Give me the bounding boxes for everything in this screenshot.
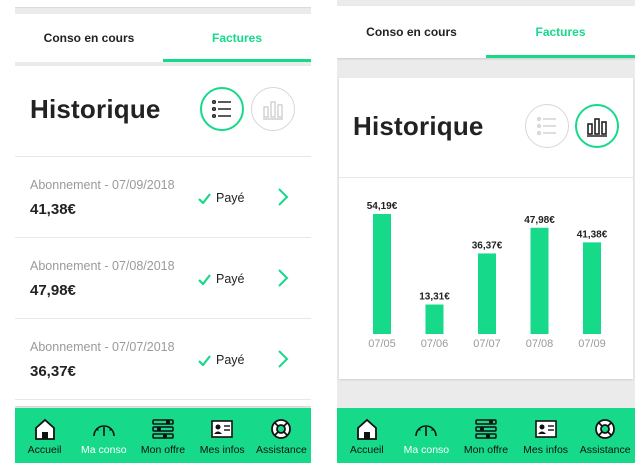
check-icon bbox=[198, 354, 211, 366]
nav-label: Accueil bbox=[27, 444, 62, 456]
history-card: Historique bbox=[339, 78, 633, 379]
id-card-icon bbox=[534, 420, 557, 438]
bar-value-label: 36,37€ bbox=[472, 240, 503, 251]
bottom-nav: Accueil Ma conso Mon offre Mes infos Ass… bbox=[337, 408, 635, 463]
invoice-chart: 54,19€ 07/05 13,31€ 07/06 36,37€ 07/07 47,98€ 0… bbox=[339, 178, 633, 378]
history-card: Historique bbox=[15, 66, 311, 406]
bar-value-label: 13,31€ bbox=[419, 292, 450, 303]
invoice-row[interactable]: Abonnement - 07/08/2018 47,98€ Payé bbox=[15, 238, 311, 319]
chart-view-button[interactable] bbox=[251, 87, 295, 131]
gauge-icon bbox=[92, 425, 115, 437]
home-icon bbox=[34, 418, 55, 440]
nav-label: Ma conso bbox=[403, 444, 450, 456]
id-card-icon bbox=[211, 420, 234, 438]
nav-accueil[interactable]: Accueil bbox=[15, 408, 74, 463]
nav-ma-conso[interactable]: Ma conso bbox=[397, 408, 457, 463]
bar-value-label: 41,38€ bbox=[577, 229, 608, 240]
chart-bar bbox=[583, 242, 601, 334]
list-icon bbox=[211, 99, 231, 119]
page-title: Historique bbox=[30, 94, 161, 124]
x-tick-label: 07/07 bbox=[473, 338, 501, 350]
nav-label: Ma conso bbox=[81, 444, 127, 456]
chart-bar bbox=[478, 253, 496, 334]
nav-label: Assistance bbox=[579, 444, 631, 456]
chart-view-button[interactable] bbox=[575, 104, 619, 148]
invoice-status: Payé bbox=[198, 272, 245, 286]
nav-mes-infos[interactable]: Mes infos bbox=[516, 408, 576, 463]
history-header: Historique bbox=[339, 78, 633, 178]
list-icon bbox=[537, 117, 556, 135]
check-icon bbox=[198, 192, 211, 204]
invoice-label: Abonnement - 07/07/2018 bbox=[30, 340, 175, 354]
list-view-button[interactable] bbox=[200, 87, 244, 131]
chevron-right-icon[interactable] bbox=[277, 349, 289, 369]
chart-bar bbox=[425, 304, 444, 334]
nav-mon-offre[interactable]: Mon offre bbox=[456, 408, 516, 463]
list-view-button[interactable] bbox=[525, 104, 569, 148]
chevron-right-icon[interactable] bbox=[277, 268, 289, 288]
tab-label: Factures bbox=[211, 31, 263, 45]
chevron-right-icon[interactable] bbox=[277, 187, 289, 207]
bottom-nav: Accueil Ma conso Mon offre Mes infos Ass… bbox=[15, 408, 311, 463]
tab-label: Factures bbox=[535, 25, 586, 39]
invoice-row[interactable]: Abonnement - 07/07/2018 36,37€ Payé bbox=[15, 319, 311, 400]
tab-conso-en-cours[interactable]: Conso en cours bbox=[15, 14, 163, 62]
bar-chart-icon bbox=[587, 118, 607, 137]
list-view-screen: Conso en cours Factures Historique Abonn… bbox=[15, 0, 311, 463]
tab-conso-en-cours[interactable]: Conso en cours bbox=[337, 6, 486, 58]
nav-label: Assistance bbox=[256, 444, 307, 456]
invoice-status-label: Payé bbox=[216, 272, 245, 286]
history-header: Historique bbox=[15, 66, 311, 157]
invoice-status: Payé bbox=[198, 191, 245, 205]
tab-bar: Conso en cours Factures bbox=[337, 6, 635, 58]
invoice-amount: 36,37€ bbox=[30, 363, 76, 380]
tab-label: Conso en cours bbox=[366, 25, 457, 39]
invoice-status-label: Payé bbox=[216, 353, 245, 367]
nav-label: Mes infos bbox=[199, 444, 245, 456]
chart-view-screen: Conso en cours Factures Historique 54,19… bbox=[337, 0, 635, 463]
chart-bar bbox=[530, 227, 549, 334]
nav-accueil[interactable]: Accueil bbox=[337, 408, 397, 463]
invoice-label: Abonnement - 07/08/2018 bbox=[30, 259, 175, 273]
chart-bar bbox=[373, 214, 391, 334]
nav-label: Mon offre bbox=[140, 444, 186, 456]
invoice-status: Payé bbox=[198, 353, 245, 367]
nav-assistance[interactable]: Assistance bbox=[575, 408, 635, 463]
nav-mes-infos[interactable]: Mes infos bbox=[193, 408, 252, 463]
top-strip bbox=[15, 0, 311, 8]
tab-factures[interactable]: Factures bbox=[486, 6, 635, 58]
bar-chart-icon bbox=[263, 101, 283, 120]
tab-label: Conso en cours bbox=[43, 31, 135, 45]
page-title: Historique bbox=[353, 111, 484, 141]
invoice-amount: 47,98€ bbox=[30, 282, 76, 299]
sliders-icon bbox=[475, 419, 497, 439]
check-icon bbox=[198, 273, 211, 285]
nav-label: Accueil bbox=[349, 444, 384, 456]
x-tick-label: 07/06 bbox=[421, 338, 449, 350]
nav-label: Mon offre bbox=[463, 444, 509, 456]
gauge-icon bbox=[415, 425, 438, 437]
invoice-row[interactable]: Abonnement - 07/09/2018 41,38€ Payé bbox=[15, 157, 311, 238]
tab-factures[interactable]: Factures bbox=[163, 14, 311, 62]
sliders-icon bbox=[152, 419, 174, 439]
lifebuoy-icon bbox=[271, 419, 292, 439]
nav-assistance[interactable]: Assistance bbox=[252, 408, 311, 463]
x-tick-label: 07/09 bbox=[578, 338, 606, 350]
lifebuoy-icon bbox=[595, 419, 616, 439]
bar-value-label: 54,19€ bbox=[367, 201, 398, 212]
nav-mon-offre[interactable]: Mon offre bbox=[133, 408, 192, 463]
bar-chart: 54,19€ 07/05 13,31€ 07/06 36,37€ 07/07 47,98€ 0… bbox=[367, 201, 608, 350]
nav-ma-conso[interactable]: Ma conso bbox=[74, 408, 133, 463]
invoice-status-label: Payé bbox=[216, 191, 245, 205]
invoice-amount: 41,38€ bbox=[30, 201, 76, 218]
x-tick-label: 07/05 bbox=[368, 338, 396, 350]
x-tick-label: 07/08 bbox=[526, 338, 554, 350]
bar-value-label: 47,98€ bbox=[524, 215, 555, 226]
invoice-label: Abonnement - 07/09/2018 bbox=[30, 178, 175, 192]
tab-bar: Conso en cours Factures bbox=[15, 14, 311, 62]
home-icon bbox=[356, 418, 377, 440]
nav-label: Mes infos bbox=[523, 444, 569, 456]
